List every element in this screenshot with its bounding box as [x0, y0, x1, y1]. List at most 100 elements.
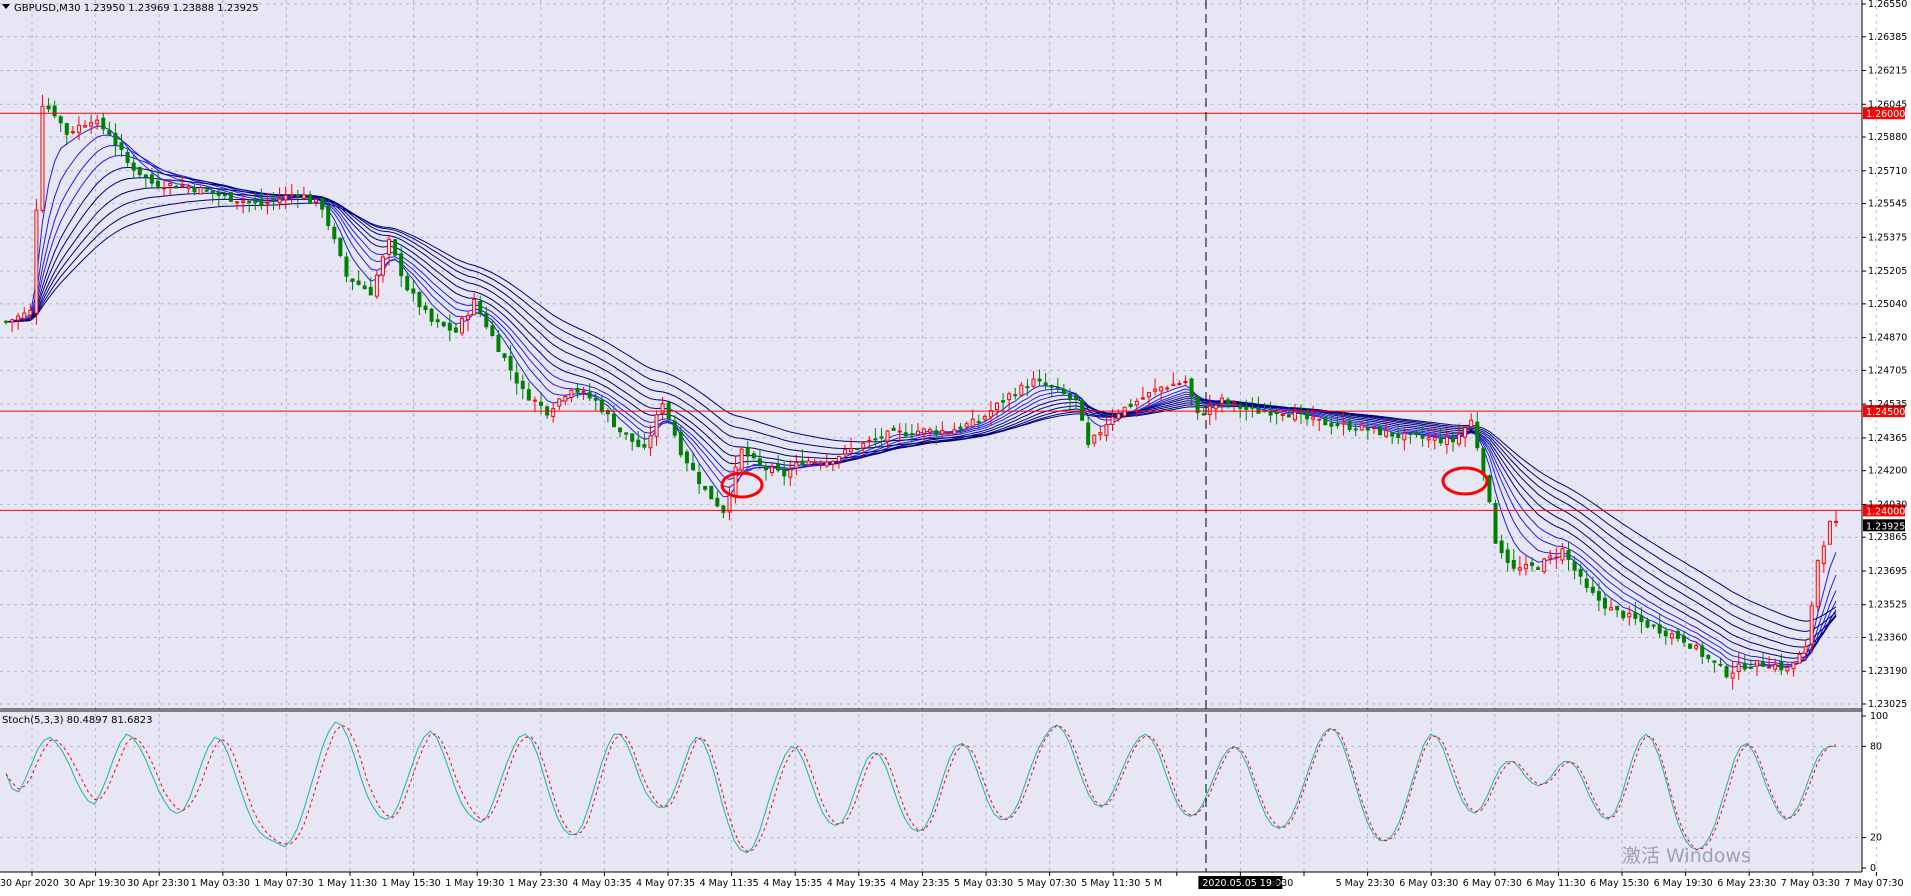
candle-body: [472, 298, 477, 316]
candle-body: [581, 390, 586, 393]
candle-body: [964, 423, 969, 428]
candle-body: [222, 194, 227, 197]
chart-canvas[interactable]: 1.260001.245001.240001.23925 1.265501.26…: [0, 0, 1911, 892]
candle-body: [1226, 399, 1231, 404]
candle-body: [1311, 416, 1316, 420]
candle-body: [940, 430, 945, 435]
price-tick-label: 1.23190: [1868, 666, 1907, 677]
stoch-tick-label: 0: [1870, 863, 1876, 874]
candle-body: [70, 131, 75, 134]
price-tick-label: 1.25375: [1868, 232, 1907, 243]
time-tick-label: 1 May 11:30: [318, 878, 377, 889]
candle-body: [1724, 666, 1729, 678]
candle-body: [466, 314, 471, 321]
candle-body: [1627, 612, 1632, 618]
candle-body: [1432, 437, 1437, 441]
candle-body: [1493, 503, 1498, 544]
candle-body: [344, 256, 349, 277]
time-tick-label: 4 May 19:35: [827, 878, 886, 889]
main-pane-bg[interactable]: [0, 0, 1862, 708]
time-tick-label: 5 May 11:30: [1081, 878, 1140, 889]
price-tick-label: 1.24030: [1868, 499, 1907, 510]
time-tick-label: 6 May 03:30: [1399, 878, 1458, 889]
price-tick-label: 1.25710: [1868, 166, 1907, 177]
candle-body: [228, 192, 233, 202]
candle-body: [1146, 392, 1151, 398]
candle-body: [1463, 427, 1468, 438]
candle-body: [1669, 633, 1674, 639]
candle-body: [350, 278, 355, 282]
candle-body: [818, 463, 823, 466]
candle-body: [89, 122, 94, 127]
candle-body: [1469, 419, 1474, 428]
candle-body: [1706, 654, 1711, 659]
candle-body: [326, 206, 331, 226]
candle-body: [1292, 411, 1297, 421]
candle-body: [915, 430, 920, 436]
stoch-tick-label: 20: [1870, 833, 1882, 844]
candle-body: [1219, 397, 1224, 404]
candle-body: [885, 430, 890, 442]
mt4-chart[interactable]: 1.26000 1.24500 1.24000 1.23925 1.26550 1.26…: [0, 0, 1911, 892]
candle-body: [1797, 653, 1802, 664]
candle-body: [514, 372, 519, 384]
candle-body: [1098, 432, 1103, 436]
candle-body: [265, 202, 270, 205]
candle-body: [757, 458, 762, 466]
candle-body: [1779, 661, 1784, 671]
time-tick-label: 6 May 07:30: [1463, 878, 1522, 889]
candle-body: [447, 322, 452, 331]
price-tick-label: 1.25545: [1868, 199, 1907, 210]
candle-body: [800, 460, 805, 465]
candle-body: [1651, 624, 1656, 627]
candle-body: [16, 315, 21, 321]
candle-body: [1359, 424, 1364, 431]
candle-body: [1134, 400, 1139, 406]
candle-body: [192, 187, 197, 193]
candle-body: [1609, 607, 1614, 611]
candle-body: [1183, 380, 1188, 384]
candle-body: [1159, 386, 1164, 392]
candle-body: [1821, 545, 1826, 564]
symbol-header: GBPUSD,M30 1.23950 1.23969 1.23888 1.239…: [14, 3, 259, 14]
activation-watermark: 激活 Windows: [1622, 845, 1751, 867]
stoch-pane-bg[interactable]: [0, 712, 1862, 872]
time-tick-label: 6 May 15:30: [1590, 878, 1649, 889]
price-tick-label: 1.24705: [1868, 365, 1907, 376]
candle-body: [1207, 405, 1212, 416]
candle-body: [4, 320, 8, 323]
candle-body: [1341, 422, 1346, 425]
candle-body: [1396, 433, 1401, 438]
candle-body: [1378, 426, 1383, 436]
candle-body: [532, 399, 537, 402]
candle-body: [380, 256, 385, 276]
candle-body: [976, 421, 981, 424]
candle-body: [143, 174, 148, 178]
candle-body: [934, 430, 939, 435]
candle-body: [314, 198, 319, 203]
candle-body: [247, 201, 252, 204]
candle-body: [794, 462, 799, 469]
candle-body: [1645, 620, 1650, 628]
candle-body: [1013, 394, 1018, 397]
candle-body: [587, 392, 592, 399]
price-tick-label: 1.26385: [1868, 32, 1907, 43]
candle-body: [812, 461, 817, 464]
candle-body: [95, 119, 100, 125]
candle-body: [1116, 413, 1121, 420]
candle-body: [46, 105, 51, 110]
candle-body: [1001, 400, 1006, 403]
candle-body: [788, 469, 793, 478]
price-tick-label: 1.23025: [1868, 699, 1907, 710]
candle-body: [1742, 663, 1747, 670]
candle-body: [137, 166, 142, 176]
time-tick-label: 5 M: [1145, 878, 1162, 889]
candle-body: [1475, 421, 1480, 449]
candle-body: [271, 199, 276, 202]
candle-body: [891, 427, 896, 431]
candle-body: [1554, 556, 1559, 559]
candle-body: [824, 461, 829, 467]
candle-body: [235, 201, 240, 204]
candle-body: [1450, 436, 1455, 443]
candle-body: [1803, 646, 1808, 654]
